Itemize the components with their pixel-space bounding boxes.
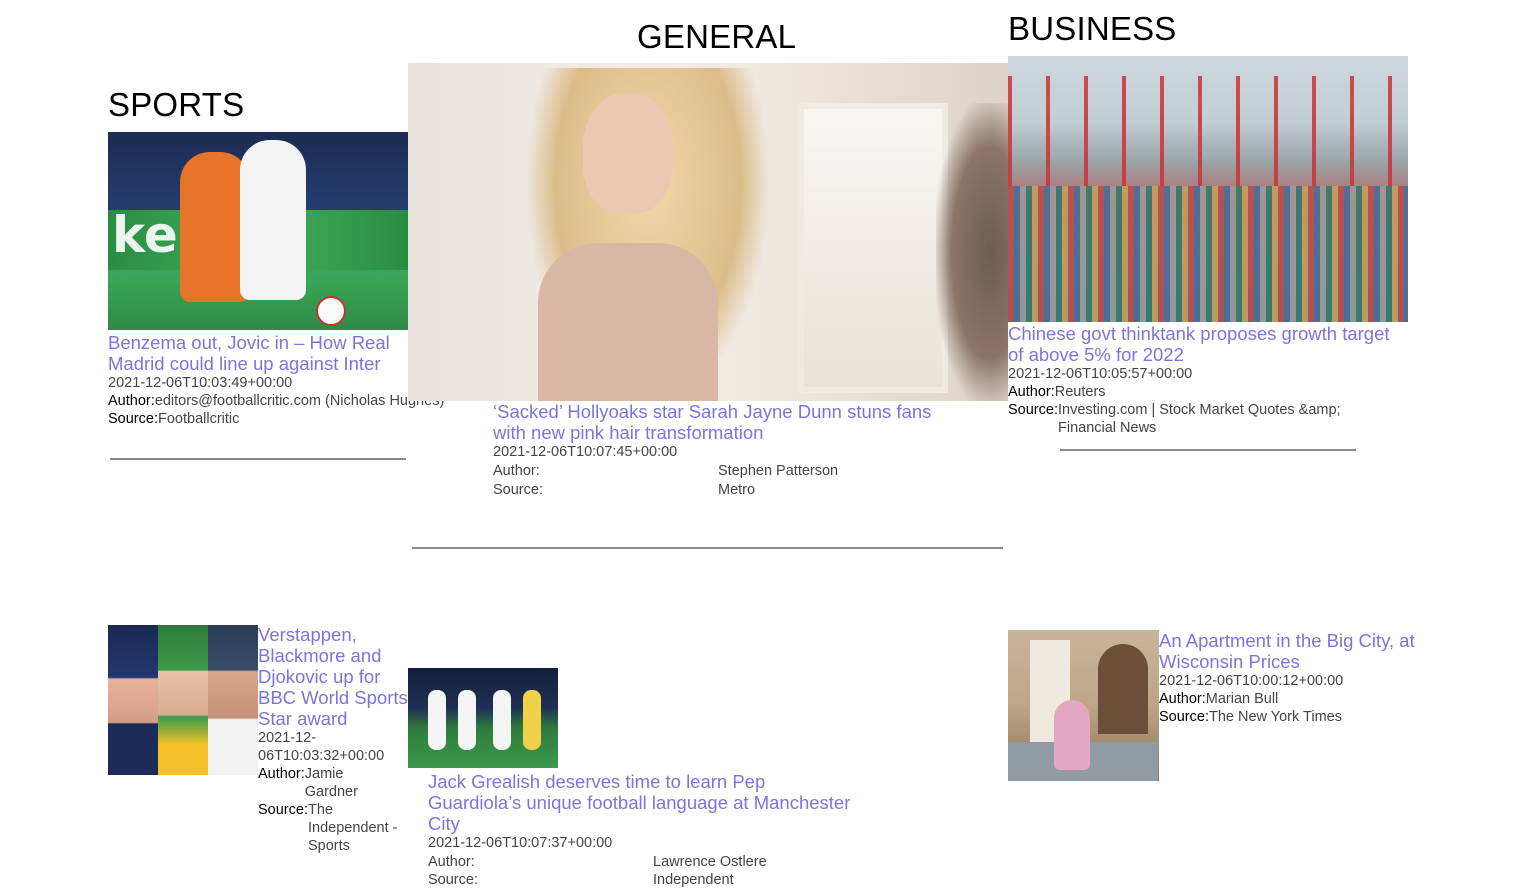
- source-label: Source:: [258, 802, 308, 818]
- sports-article-1-title[interactable]: Benzema out, Jovic in – How Real Madrid …: [108, 332, 408, 374]
- business-article-1-source[interactable]: Investing.com | Stock Market Quotes &amp…: [1058, 401, 1358, 437]
- player-figure: [428, 690, 446, 750]
- business-heading: BUSINESS: [1008, 10, 1177, 47]
- source-label: Source:: [108, 411, 158, 427]
- portrait-blackmore: [158, 625, 208, 775]
- sports-article-2: Verstappen, Blackmore and Djokovic up fo…: [258, 624, 408, 855]
- sports-article-2-author-row: Author: Jamie Gardner: [258, 765, 408, 801]
- general-article-2-author-row: Author: Lawrence Ostlere: [428, 853, 858, 871]
- business-article-1-author: Reuters: [1054, 384, 1106, 400]
- sports-article-2-author: Jamie Gardner: [304, 766, 358, 800]
- player-figure: [493, 690, 511, 750]
- business-article-1: Chinese govt thinktank proposes growth t…: [1008, 323, 1408, 437]
- player-figure: [458, 690, 476, 750]
- sports-article-2-source-row: Source: The Independent - Sports: [258, 801, 408, 855]
- soccer-ball: [316, 296, 346, 326]
- business-divider: [1060, 449, 1356, 451]
- author-label: Author:: [493, 463, 540, 479]
- source-label: Source:: [1008, 402, 1058, 418]
- archway: [1098, 644, 1148, 734]
- woman-dress: [538, 243, 718, 401]
- general-article-2-source-row: Source: Independent: [428, 871, 858, 889]
- general-article-2-source[interactable]: Independent: [653, 871, 734, 889]
- sports-article-1-date: 2021-12-06T10:03:49+00:00: [108, 375, 293, 391]
- general-article-1-source-row: Source: Metro: [493, 481, 953, 499]
- business-article-1-date: 2021-12-06T10:05:57+00:00: [1008, 366, 1193, 382]
- advertising-board-graphic: ke: [112, 206, 178, 264]
- source-label: Source:: [1159, 709, 1209, 725]
- business-article-2-source[interactable]: The New York Times: [1209, 708, 1342, 726]
- sports-article-2-title[interactable]: Verstappen, Blackmore and Djokovic up fo…: [258, 624, 408, 729]
- author-label: Author:: [108, 393, 155, 409]
- general-article-1-title[interactable]: ‘Sacked’ Hollyoaks star Sarah Jayne Dunn…: [493, 401, 953, 443]
- sports-article-2-source[interactable]: The Independent - Sports: [308, 801, 408, 855]
- player-white: [240, 140, 306, 300]
- general-article-2-author: Lawrence Ostlere: [653, 854, 767, 870]
- general-article-1-image[interactable]: [408, 63, 1008, 401]
- source-label: Source:: [493, 482, 543, 498]
- business-article-1-title[interactable]: Chinese govt thinktank proposes growth t…: [1008, 323, 1408, 365]
- sports-article-2-date: 2021-12-06T10:03:32+00:00: [258, 730, 385, 764]
- shipping-containers: [1008, 186, 1408, 322]
- business-article-2-image[interactable]: [1008, 630, 1159, 781]
- business-article-2-date: 2021-12-06T10:00:12+00:00: [1159, 673, 1344, 689]
- general-article-2-image[interactable]: [408, 668, 558, 768]
- general-article-1-author: Stephen Patterson: [718, 463, 839, 479]
- general-article-2-title[interactable]: Jack Grealish deserves time to learn Pep…: [428, 771, 858, 834]
- person: [1054, 700, 1090, 770]
- general-article-1-date: 2021-12-06T10:07:45+00:00: [493, 444, 678, 460]
- woman-face: [583, 93, 673, 213]
- general-article-1-source[interactable]: Metro: [718, 481, 755, 499]
- sports-article-1-source[interactable]: Footballcritic: [158, 411, 239, 427]
- sports-heading: SPORTS: [108, 86, 245, 123]
- business-article-1-author-row: Author: Reuters: [1008, 383, 1408, 401]
- sports-article-1-author: editors@footballcritic.com (Nicholas Hug…: [154, 393, 445, 409]
- general-article-2: Jack Grealish deserves time to learn Pep…: [428, 771, 858, 889]
- business-article-1-image[interactable]: [1008, 56, 1408, 322]
- sports-article-1-meta: Author:editors@footballcritic.com (Nicho…: [108, 392, 444, 428]
- business-article-2: An Apartment in the Big City, at Wiscons…: [1159, 630, 1419, 726]
- business-article-2-source-row: Source: The New York Times: [1159, 708, 1419, 726]
- general-article-1: ‘Sacked’ Hollyoaks star Sarah Jayne Dunn…: [493, 401, 953, 499]
- sports-article-1-image[interactable]: ke: [108, 132, 408, 330]
- business-article-2-author: Marian Bull: [1205, 691, 1279, 707]
- sports-article-2-image[interactable]: [108, 625, 258, 775]
- port-cranes: [1008, 76, 1408, 186]
- author-label: Author:: [1008, 384, 1055, 400]
- sports-article-1: Benzema out, Jovic in – How Real Madrid …: [108, 332, 444, 428]
- author-label: Author:: [428, 854, 475, 870]
- window: [798, 103, 948, 393]
- general-heading: GENERAL: [637, 18, 797, 55]
- portrait-djokovic: [208, 625, 258, 775]
- foreground-blur: [936, 103, 1008, 401]
- general-article-2-date: 2021-12-06T10:07:37+00:00: [428, 835, 613, 851]
- portrait-verstappen: [108, 625, 158, 775]
- author-label: Author:: [258, 766, 305, 782]
- author-label: Author:: [1159, 691, 1206, 707]
- source-label: Source:: [428, 872, 478, 888]
- business-article-2-title[interactable]: An Apartment in the Big City, at Wiscons…: [1159, 630, 1419, 672]
- player-figure: [523, 690, 541, 750]
- general-article-1-author-row: Author: Stephen Patterson: [493, 462, 953, 480]
- business-article-1-source-row: Source: Investing.com | Stock Market Quo…: [1008, 401, 1408, 437]
- sports-divider: [110, 458, 406, 460]
- business-article-2-author-row: Author: Marian Bull: [1159, 690, 1419, 708]
- general-divider: [412, 547, 1003, 549]
